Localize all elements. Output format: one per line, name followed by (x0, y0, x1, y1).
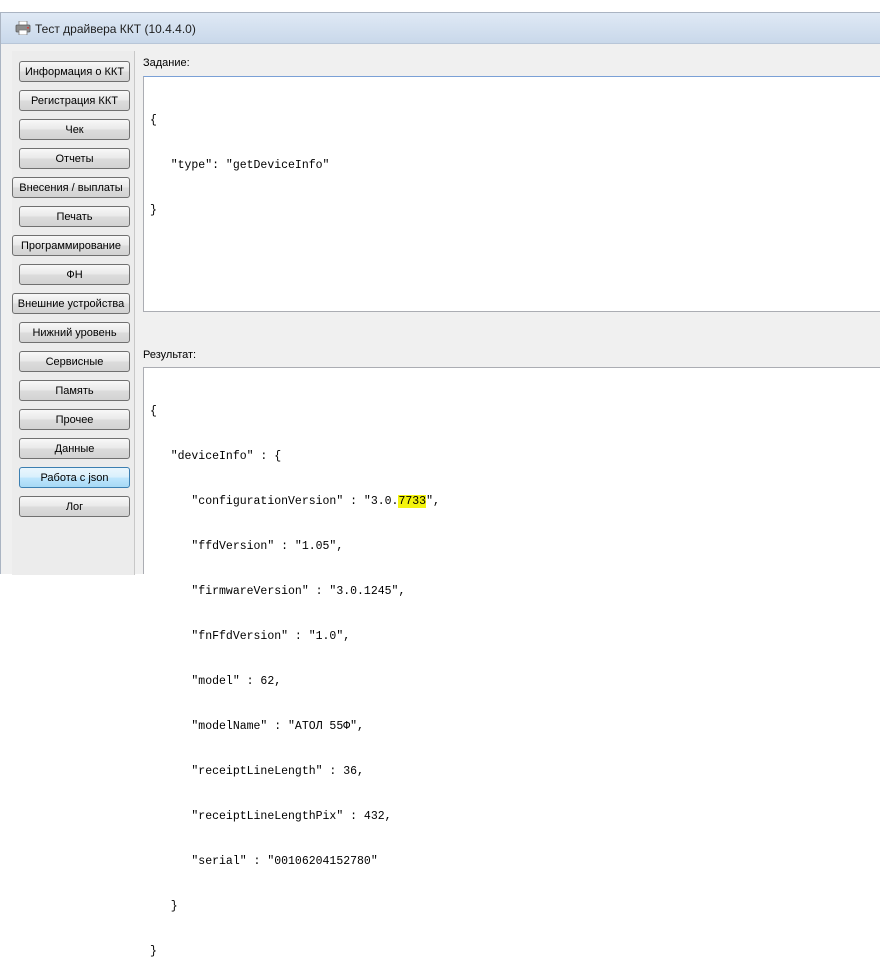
sidebar-item-external-devices[interactable]: Внешние устройства (12, 293, 130, 314)
result-line: } (150, 900, 178, 913)
result-json-output[interactable]: { "deviceInfo" : { "configurationVersion… (143, 367, 880, 958)
sidebar-item-data[interactable]: Данные (19, 438, 130, 459)
result-line: "fnFfdVersion" : "1.0", (150, 630, 351, 643)
title-bar[interactable]: Тест драйвера ККТ (10.4.4.0) (1, 13, 880, 44)
sidebar-item-reports[interactable]: Отчеты (19, 148, 130, 169)
sidebar-item-programming[interactable]: Программирование (12, 235, 130, 256)
sidebar: Информация о ККТ Регистрация ККТ Чек Отч… (12, 51, 135, 575)
result-line: } (150, 945, 157, 958)
task-line: "type": "getDeviceInfo" (150, 159, 330, 172)
result-line: "deviceInfo" : { (150, 450, 282, 463)
task-line: { (150, 114, 157, 127)
result-line-configuration-version: "configurationVersion" : "3.0.7733", (150, 494, 880, 509)
sidebar-item-receipt[interactable]: Чек (19, 119, 130, 140)
result-label: Результат: (143, 349, 197, 361)
sidebar-item-cash-in-out[interactable]: Внесения / выплаты (12, 177, 130, 198)
result-line: "firmwareVersion" : "3.0.1245", (150, 585, 406, 598)
result-line-text: "configurationVersion" : "3.0. (150, 495, 399, 508)
result-line: "ffdVersion" : "1.05", (150, 540, 344, 553)
highlighted-value: 7733 (398, 495, 427, 508)
printer-icon (15, 20, 31, 36)
sidebar-item-low-level[interactable]: Нижний уровень (19, 322, 130, 343)
sidebar-item-registration[interactable]: Регистрация ККТ (19, 90, 130, 111)
window-title: Тест драйвера ККТ (10.4.4.0) (35, 22, 196, 36)
result-line: "receiptLineLengthPix" : 432, (150, 810, 392, 823)
result-line: { (150, 405, 157, 418)
result-line-suffix: ", (426, 495, 440, 508)
task-label: Задание: (143, 57, 190, 69)
sidebar-item-print[interactable]: Печать (19, 206, 130, 227)
sidebar-item-device-info[interactable]: Информация о ККТ (19, 61, 130, 82)
sidebar-item-fn[interactable]: ФН (19, 264, 130, 285)
sidebar-item-service[interactable]: Сервисные (19, 351, 130, 372)
result-line: "serial" : "00106204152780" (150, 855, 378, 868)
task-json-input[interactable]: { "type": "getDeviceInfo" } (143, 76, 880, 312)
sidebar-item-memory[interactable]: Память (19, 380, 130, 401)
task-line: } (150, 204, 157, 217)
result-line: "receiptLineLength" : 36, (150, 765, 364, 778)
sidebar-item-log[interactable]: Лог (19, 496, 130, 517)
sidebar-item-other[interactable]: Прочее (19, 409, 130, 430)
result-line: "modelName" : "АТОЛ 55Ф", (150, 720, 364, 733)
sidebar-item-json[interactable]: Работа с json (19, 467, 130, 488)
result-line: "model" : 62, (150, 675, 282, 688)
